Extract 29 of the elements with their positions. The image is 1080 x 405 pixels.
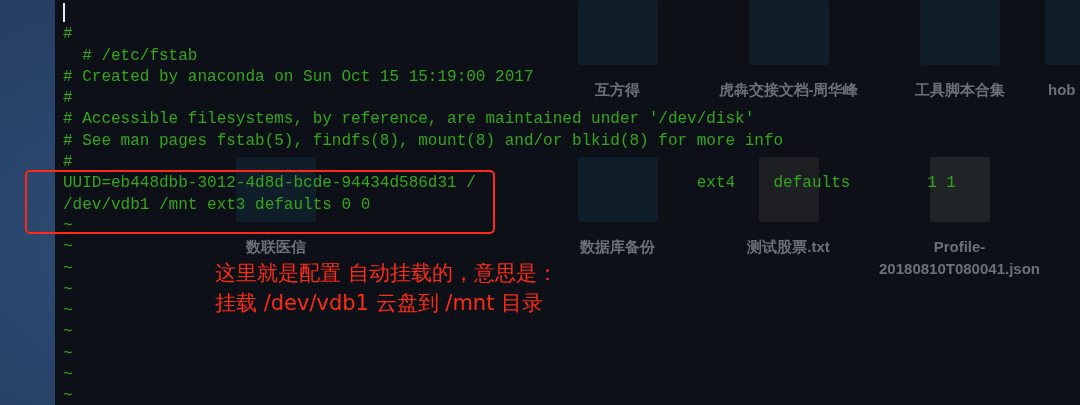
config-line: # Created by anaconda on Sun Oct 15 15:19:00 2017: [63, 67, 534, 86]
desktop-icon-label[interactable]: 数据库备份: [533, 236, 702, 258]
text-cursor: [63, 3, 65, 23]
config-line: # /etc/fstab: [81, 46, 198, 65]
desktop-icon-label[interactable]: hob: [1048, 79, 1076, 101]
empty-line-marker: ~: [63, 259, 73, 278]
desktop-icon-label[interactable]: 数联医信: [191, 236, 360, 258]
config-line: /dev/vdb1 /mnt ext3 defaults 0 0: [63, 195, 371, 214]
config-line: #: [63, 89, 73, 108]
empty-line-marker: ~: [63, 344, 73, 363]
desktop-icon-label[interactable]: Profile-20180810T080041.json: [875, 236, 1044, 280]
empty-line-marker: ~: [63, 280, 73, 299]
empty-line-marker: ~: [63, 302, 73, 321]
config-line: UUID=eb448dbb-3012-4d8d-bcde-94434d586d31 / ext4 defaults 1 1: [63, 174, 956, 193]
config-line: #: [63, 25, 73, 44]
annotation-text: 挂载 /dev/vdb1 云盘到 /mnt 目录: [215, 290, 545, 317]
empty-line-marker: ~: [63, 216, 73, 235]
empty-line-marker: ~: [63, 366, 73, 385]
desktop-icon-label[interactable]: 互方得: [533, 79, 702, 101]
annotation-text: 这里就是配置 自动挂载的，意思是：: [215, 260, 558, 287]
desktop-icon-label[interactable]: 虎犇交接文档-周华峰: [704, 79, 873, 101]
config-line: #: [63, 153, 73, 172]
desktop-icon-label[interactable]: 工具脚本合集: [875, 79, 1044, 101]
empty-line-marker: ~: [63, 238, 73, 257]
config-line: # See man pages fstab(5), findfs(8), mount(8) and/or blkid(8) for more info: [63, 131, 784, 150]
desktop-icon-label[interactable]: 测试股票.txt: [704, 236, 873, 258]
config-line: # Accessible filesystems, by reference, are maintained under '/dev/disk': [63, 110, 755, 129]
empty-line-marker: ~: [63, 323, 73, 342]
empty-line-marker: ~: [63, 387, 73, 405]
